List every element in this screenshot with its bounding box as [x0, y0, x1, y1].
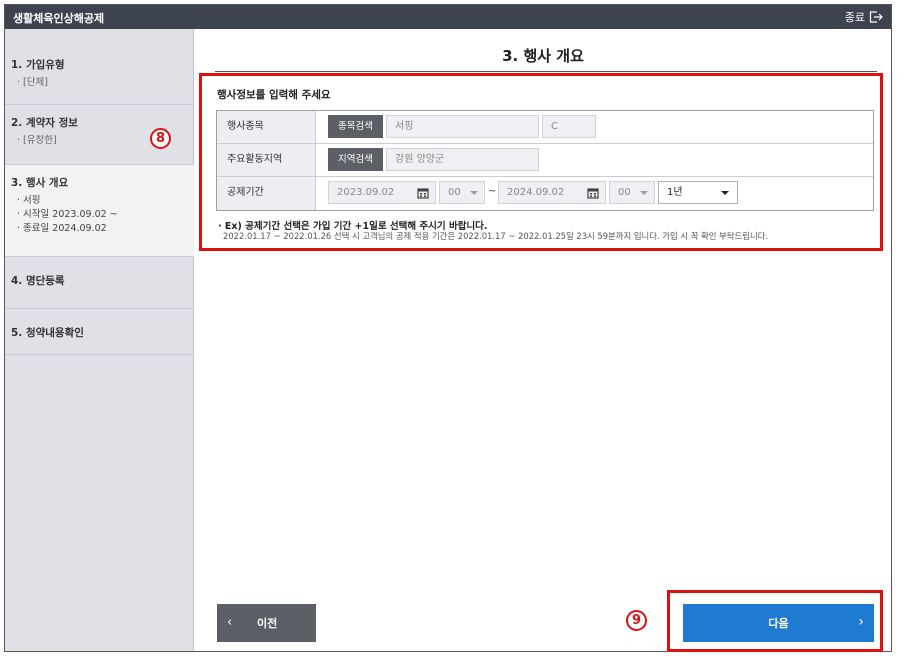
date-separator: ~ — [488, 186, 497, 197]
event-code-field[interactable]: C — [542, 115, 596, 138]
event-type-field[interactable]: 서핑 — [386, 115, 539, 138]
app-title: 생활체육인상해공제 — [13, 12, 105, 25]
chevron-down-icon — [721, 191, 729, 195]
logout-icon — [869, 11, 883, 23]
step-detail: · 시작일 2023.09.02 ~ — [17, 209, 118, 220]
end-date-field[interactable]: 2024.09.02 — [498, 181, 606, 204]
chevron-down-icon — [640, 191, 648, 195]
chevron-left-icon: ‹ — [227, 615, 233, 630]
region-search-button[interactable]: 지역검색 — [328, 148, 383, 171]
form-heading: 행사정보를 입력해 주세요 — [217, 89, 331, 101]
step-label: 5. 청약내용확인 — [11, 327, 84, 339]
sidebar-step-roster[interactable]: 4. 명단등록 — [5, 257, 194, 309]
step-detail: · [단체] — [17, 77, 48, 88]
page-title: 3. 행사 개요 — [502, 47, 584, 65]
sidebar-step-event-overview[interactable]: 3. 행사 개요 · 서핑 · 시작일 2023.09.02 ~ · 종료일 2… — [5, 165, 194, 257]
start-date-field[interactable]: 2023.09.02 — [328, 181, 436, 204]
event-form-table: 행사종목 종목검색 서핑 C 주요활동지역 지역검색 강원 양양군 공제기간 2… — [216, 110, 874, 211]
end-date-value: 2024.09.02 — [507, 187, 565, 198]
duration-select[interactable]: 1년 — [658, 181, 738, 204]
step-label: 3. 행사 개요 — [11, 177, 69, 189]
sidebar-step-join-type[interactable]: 1. 가입유형 · [단체] — [5, 29, 194, 105]
region-field[interactable]: 강원 양양군 — [386, 148, 539, 171]
period-note-detail: 2022.01.17 ~ 2022.01.26 선택 시 고객님의 공제 적용 … — [223, 231, 769, 241]
chevron-right-icon: › — [858, 614, 864, 630]
step-label: 2. 계약자 정보 — [11, 117, 78, 129]
start-hour-select[interactable]: 00 — [439, 181, 485, 204]
prev-button[interactable]: ‹ 이전 — [217, 604, 316, 642]
calendar-icon[interactable] — [417, 187, 429, 199]
step-detail: · 서핑 — [17, 195, 41, 206]
end-hour-value: 00 — [618, 187, 631, 198]
row-event-type: 행사종목 종목검색 서핑 C — [217, 111, 873, 144]
event-search-button[interactable]: 종목검색 — [328, 115, 383, 138]
step-sidebar: 1. 가입유형 · [단체] 2. 계약자 정보 · [유창한] 3. 행사 개… — [5, 29, 194, 651]
start-date-value: 2023.09.02 — [337, 187, 395, 198]
step-label: 1. 가입유형 — [11, 59, 65, 71]
row-region: 주요활동지역 지역검색 강원 양양군 — [217, 144, 873, 177]
annotation-badge-9: 9 — [626, 610, 647, 631]
step-detail: · 종료일 2024.09.02 — [17, 223, 107, 234]
row-label: 주요활동지역 — [217, 144, 316, 176]
prev-label: 이전 — [257, 617, 278, 630]
row-period: 공제기간 2023.09.02 00 ~ 2024.09.02 00 1년 — [217, 177, 873, 210]
end-hour-select[interactable]: 00 — [609, 181, 655, 204]
annotation-badge-8: 8 — [150, 128, 171, 149]
row-label: 행사종목 — [217, 111, 316, 143]
title-bar: 생활체육인상해공제 종료 — [5, 5, 891, 29]
start-hour-value: 00 — [448, 187, 461, 198]
title-divider — [215, 71, 877, 72]
chevron-down-icon — [470, 191, 478, 195]
exit-button[interactable]: 종료 — [845, 9, 883, 25]
sidebar-step-confirm[interactable]: 5. 청약내용확인 — [5, 309, 194, 355]
row-label: 공제기간 — [217, 177, 316, 210]
next-label: 다음 — [768, 617, 789, 630]
duration-value: 1년 — [667, 187, 683, 198]
next-button[interactable]: 다음 › — [683, 604, 874, 642]
step-label: 4. 명단등록 — [11, 275, 65, 287]
calendar-icon[interactable] — [587, 187, 599, 199]
exit-label: 종료 — [844, 11, 865, 24]
